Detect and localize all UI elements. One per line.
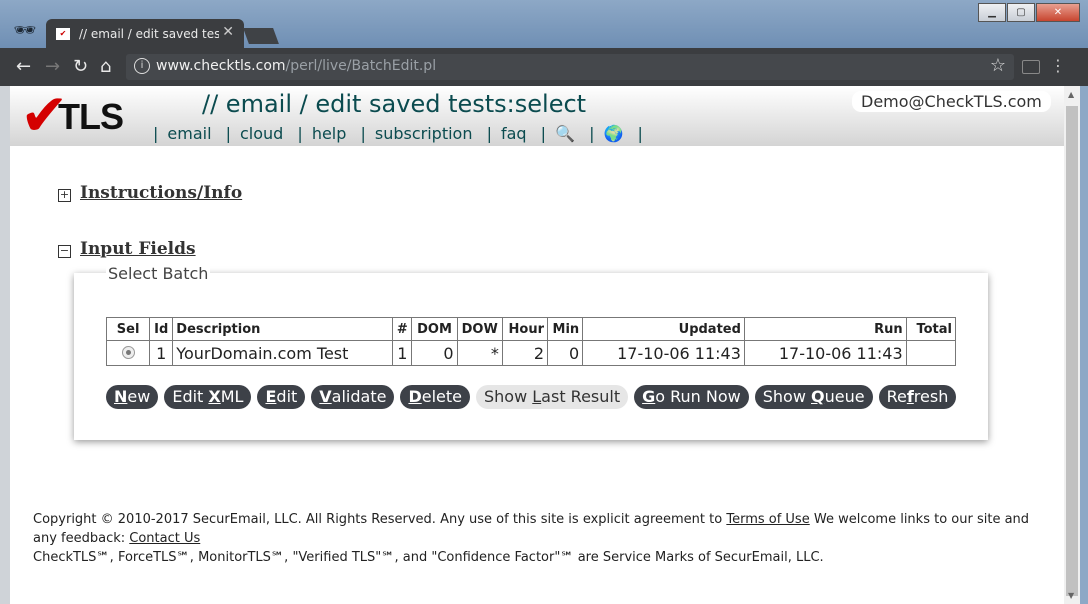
batch-table: Sel Id Description # DOM DOW Hour Min Up… <box>105 317 957 366</box>
search-icon[interactable]: 🔍 <box>555 124 575 143</box>
tab-close-icon[interactable]: ✕ <box>222 24 234 40</box>
row-id: 1 <box>149 340 174 366</box>
show-queue-button[interactable]: Show Queue <box>754 385 873 409</box>
col-description: Description <box>172 317 394 341</box>
page-title: // email / edit saved tests:select <box>202 90 587 118</box>
url-path: /perl/live/BatchEdit.pl <box>285 58 437 74</box>
row-min: 0 <box>547 340 584 366</box>
footer-service-marks: CheckTLS℠, ForceTLS℠, MonitorTLS℠, "Veri… <box>33 550 824 565</box>
expand-icon[interactable]: + <box>58 189 71 202</box>
user-account[interactable]: Demo@CheckTLS.com <box>852 91 1051 112</box>
footer: Copyright © 2010-2017 SecurEmail, LLC. A… <box>33 510 1033 567</box>
incognito-icon: 🕶 <box>13 20 37 41</box>
row-dow: * <box>456 340 503 366</box>
row-dom: 0 <box>411 340 458 366</box>
main-nav: | email | cloud | help | subscription | faq |… <box>153 124 643 143</box>
delete-button[interactable]: Delete <box>400 385 470 409</box>
row-description: YourDomain.com Test <box>172 340 394 366</box>
scroll-up-icon[interactable]: ▲ <box>1068 90 1074 99</box>
tab-favicon-icon: ✔ <box>56 28 70 40</box>
input-fields-link[interactable]: Input Fields <box>80 239 196 259</box>
collapse-icon[interactable]: − <box>58 245 71 258</box>
menu-icon[interactable]: ⋮ <box>1050 56 1066 75</box>
row-hour: 2 <box>501 340 549 366</box>
home-icon[interactable]: ⌂ <box>100 56 111 77</box>
browser-tab[interactable]: ✔ // email / edit saved test ✕ <box>46 19 244 49</box>
go-run-now-button[interactable]: Go Run Now <box>634 385 749 409</box>
refresh-button[interactable]: Refresh <box>878 385 957 409</box>
close-window-button[interactable]: ✕ <box>1036 3 1080 22</box>
nav-subscription[interactable]: subscription <box>375 124 473 143</box>
action-buttons: New Edit XML Edit Validate Delete Show L… <box>106 385 962 409</box>
nav-faq[interactable]: faq <box>501 124 527 143</box>
browser-titlebar: 🕶 ✔ // email / edit saved test ✕ ▁ ▢ ✕ <box>0 0 1088 49</box>
scroll-down-icon[interactable]: ▼ <box>1068 591 1074 600</box>
window-edge <box>1080 86 1088 604</box>
globe-icon[interactable]: 🌍 <box>603 124 623 143</box>
nav-cloud[interactable]: cloud <box>240 124 283 143</box>
terms-link[interactable]: Terms of Use <box>726 512 809 527</box>
validate-button[interactable]: Validate <box>311 385 395 409</box>
reload-icon[interactable]: ↻ <box>73 56 88 77</box>
page-content: ✔ TLS // email / edit saved tests:select… <box>10 86 1064 604</box>
forward-icon[interactable]: → <box>45 56 60 77</box>
logo-text: TLS <box>58 96 124 137</box>
table-row[interactable]: 1 YourDomain.com Test 1 0 * 2 0 17-10-06… <box>105 340 957 366</box>
col-run: Run <box>743 317 907 341</box>
show-last-result-button[interactable]: Show Last Result <box>475 385 629 409</box>
col-hour: Hour <box>501 317 549 341</box>
row-select-cell <box>105 340 151 366</box>
row-updated: 17-10-06 11:43 <box>582 340 745 366</box>
table-header-row: Sel Id Description # DOM DOW Hour Min Up… <box>105 317 957 341</box>
footer-copyright: Copyright © 2010-2017 SecurEmail, LLC. A… <box>33 512 727 527</box>
col-id: Id <box>149 317 174 341</box>
back-icon[interactable]: ← <box>16 56 31 77</box>
contact-link[interactable]: Contact Us <box>129 531 200 546</box>
col-total: Total <box>905 317 957 341</box>
minimize-button[interactable]: ▁ <box>978 3 1006 22</box>
col-num: # <box>392 317 413 341</box>
col-dom: DOM <box>411 317 458 341</box>
nav-email[interactable]: email <box>167 124 211 143</box>
col-min: Min <box>547 317 584 341</box>
new-button[interactable]: New <box>106 385 159 409</box>
page-scrollbar[interactable]: ▲ ▼ <box>1064 86 1080 604</box>
nav-help[interactable]: help <box>312 124 347 143</box>
row-select-radio[interactable] <box>121 345 135 359</box>
col-updated: Updated <box>582 317 745 341</box>
instructions-link[interactable]: Instructions/Info <box>80 183 242 203</box>
edit-button[interactable]: Edit <box>257 385 306 409</box>
url-host: www.checktls.com <box>156 58 286 74</box>
col-sel: Sel <box>105 317 151 341</box>
extension-icon[interactable] <box>1022 60 1040 74</box>
tab-title: // email / edit saved test <box>79 27 219 41</box>
row-run: 17-10-06 11:43 <box>743 340 907 366</box>
col-dow: DOW <box>456 317 503 341</box>
row-num: 1 <box>392 340 413 366</box>
browser-toolbar: ← → ↻ ⌂ i www.checktls.com/perl/live/Bat… <box>0 48 1088 86</box>
address-bar[interactable]: i www.checktls.com/perl/live/BatchEdit.p… <box>126 54 1014 80</box>
row-total <box>905 340 957 366</box>
scroll-thumb[interactable] <box>1066 106 1078 596</box>
select-batch-legend: Select Batch <box>106 264 211 283</box>
new-tab-button[interactable] <box>243 28 279 44</box>
bookmark-star-icon[interactable]: ☆ <box>990 55 1006 76</box>
edit-xml-button[interactable]: Edit XML <box>164 385 252 409</box>
site-header: ✔ TLS // email / edit saved tests:select… <box>10 86 1064 146</box>
maximize-button[interactable]: ▢ <box>1007 3 1035 22</box>
info-icon[interactable]: i <box>134 58 150 74</box>
